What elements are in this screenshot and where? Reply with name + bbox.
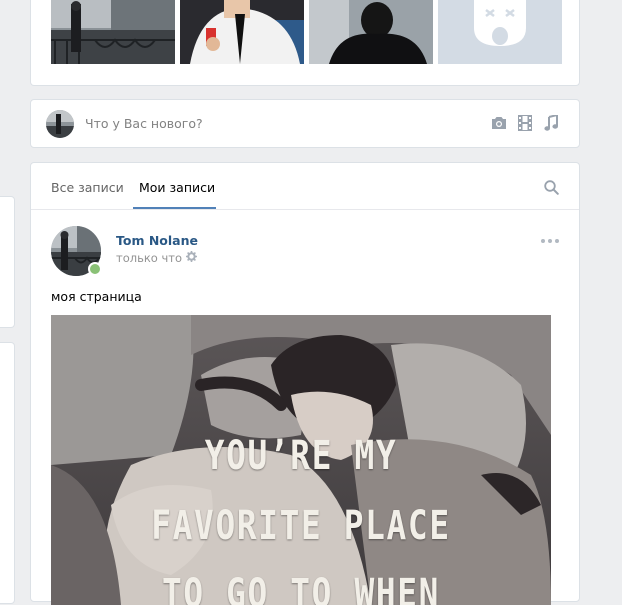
left-column-card — [0, 196, 15, 328]
photos-card — [30, 0, 580, 86]
image-caption-line: YOU’RE MY — [204, 433, 398, 479]
wall-tabs: Все записи Мои записи — [31, 163, 579, 210]
post-text: моя страница — [51, 289, 142, 304]
search-icon[interactable] — [544, 180, 559, 199]
tab-my-posts[interactable]: Мои записи — [139, 180, 215, 195]
gear-icon[interactable] — [186, 251, 198, 265]
image-caption-line: TO GO TO WHEN — [161, 571, 441, 605]
post-time: только что — [116, 251, 198, 265]
photo-thumbnail[interactable] — [180, 0, 304, 64]
photo-thumbnail[interactable] — [51, 0, 175, 64]
online-indicator — [88, 262, 102, 276]
active-tab-indicator — [133, 207, 216, 209]
new-post-input[interactable]: Что у Вас нового? — [85, 116, 203, 131]
wall-card: Все записи Мои записи Tom Nolane только … — [30, 162, 580, 605]
post-image[interactable]: YOU’RE MY FAVORITE PLACE TO GO TO WHEN — [51, 315, 551, 605]
tab-all-posts[interactable]: Все записи — [51, 180, 124, 195]
post-author-name[interactable]: Tom Nolane — [116, 233, 198, 248]
post-time-label[interactable]: только что — [116, 251, 182, 265]
photo-placeholder[interactable] — [438, 0, 562, 64]
avatar[interactable] — [46, 110, 74, 138]
film-icon[interactable] — [517, 115, 533, 131]
image-caption-line: FAVORITE PLACE — [151, 503, 451, 549]
camera-icon[interactable] — [491, 115, 507, 131]
more-actions-icon[interactable] — [541, 239, 559, 243]
left-column-card — [0, 342, 15, 604]
music-note-icon[interactable] — [543, 115, 559, 131]
photo-thumbnail[interactable] — [309, 0, 433, 64]
new-post-box[interactable]: Что у Вас нового? — [30, 99, 580, 148]
